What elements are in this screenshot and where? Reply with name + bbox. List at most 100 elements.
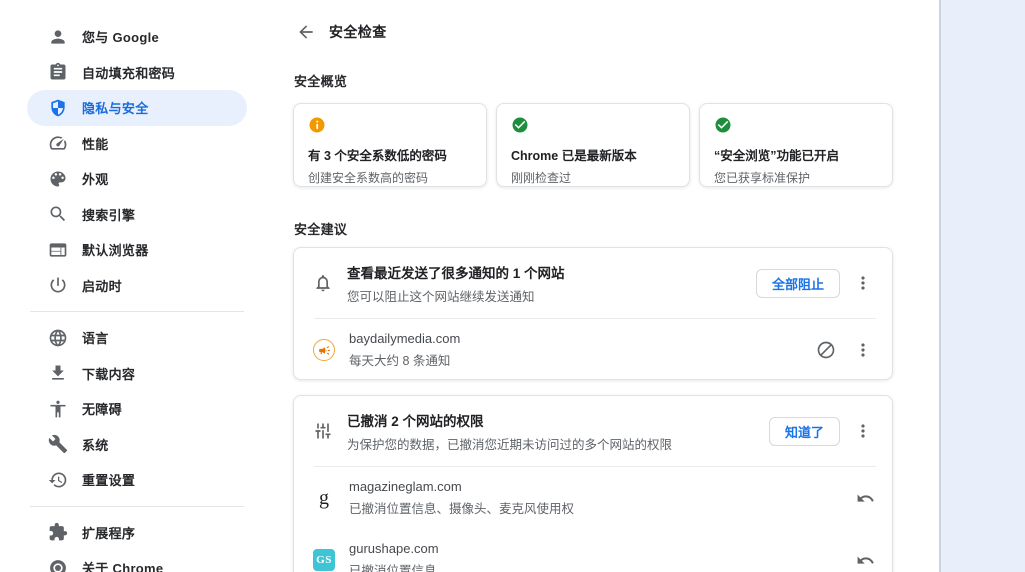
notifications-card-subtitle: 您可以阻止这个网站继续发送通知: [347, 289, 535, 304]
safety-check-page: 安全检查 安全概览 有 3 个安全系数低的密码 创建安全系数高的密码 Chrom…: [293, 0, 893, 572]
overview-card-subtitle: 刚刚检查过: [511, 171, 572, 185]
sidebar-item-about-chrome[interactable]: 关于 Chrome: [27, 550, 247, 572]
sidebar-item-label: 下载内容: [82, 366, 136, 382]
letter-favicon-icon: g: [319, 487, 329, 509]
overview-card-title: Chrome 已是最新版本: [511, 149, 637, 163]
sidebar-item-on-startup[interactable]: 启动时: [27, 268, 247, 304]
page-header: 安全检查: [296, 22, 387, 42]
sidebar-item-downloads[interactable]: 下载内容: [27, 356, 247, 392]
sidebar-item-you-and-google[interactable]: 您与 Google: [27, 19, 247, 55]
page-title: 安全检查: [329, 24, 387, 40]
sidebar-item-languages[interactable]: 语言: [27, 320, 247, 356]
block-site-button[interactable]: [816, 340, 836, 360]
block-all-button[interactable]: 全部阻止: [755, 268, 840, 298]
notifications-card-header: 查看最近发送了很多通知的 1 个网站 您可以阻止这个网站继续发送通知 全部阻止: [294, 248, 892, 318]
settings-sidebar: 您与 Google 自动填充和密码 隐私与安全 性能 外观 搜索引擎 默认浏览器: [0, 0, 280, 572]
sidebar-item-default-browser[interactable]: 默认浏览器: [27, 232, 247, 268]
overview-cards-row: 有 3 个安全系数低的密码 创建安全系数高的密码 Chrome 已是最新版本 刚…: [293, 103, 893, 187]
sidebar-item-label: 启动时: [82, 278, 122, 294]
speedometer-icon: [48, 133, 68, 153]
window-background-strip: [939, 0, 1025, 572]
campaign-favicon-icon: [313, 339, 335, 361]
sidebar-item-privacy-security[interactable]: 隐私与安全: [27, 90, 247, 126]
sidebar-item-label: 自动填充和密码: [82, 65, 176, 81]
sidebar-item-label: 扩展程序: [82, 525, 136, 541]
overview-card-passwords[interactable]: 有 3 个安全系数低的密码 创建安全系数高的密码: [293, 103, 487, 187]
permissions-card-subtitle: 为保护您的数据，已撤消您近期未访问过的多个网站的权限: [347, 437, 673, 452]
got-it-button[interactable]: 知道了: [768, 416, 840, 446]
sidebar-item-label: 系统: [82, 437, 109, 453]
overview-card-title: 有 3 个安全系数低的密码: [308, 149, 447, 163]
globe-icon: [48, 328, 68, 348]
chrome-logo-icon: [48, 558, 68, 572]
overview-card-subtitle: 创建安全系数高的密码: [308, 171, 429, 185]
history-reset-icon: [48, 470, 68, 490]
sidebar-divider: [30, 311, 244, 312]
site-row-gurushape: GS gurushape.com 已撤消位置信息、: [294, 529, 892, 572]
sidebar-item-label: 外观: [82, 172, 109, 188]
check-circle-icon: [714, 116, 732, 134]
sidebar-item-label: 您与 Google: [82, 30, 160, 46]
sidebar-divider: [30, 505, 244, 507]
undo-revoke-button[interactable]: [856, 489, 875, 508]
sidebar-item-label: 语言: [82, 331, 109, 347]
sidebar-item-label: 搜索引擎: [82, 207, 136, 223]
permissions-card-title: 已撤消 2 个网站的权限: [347, 413, 484, 429]
site-text: magazineglam.com 已撤消位置信息、摄像头、麦克风使用权: [349, 479, 856, 517]
overview-card-safe-browsing[interactable]: “安全浏览”功能已开启 您已获享标准保护: [699, 103, 893, 187]
site-text: baydailymedia.com 每天大约 8 条通知: [349, 331, 816, 369]
sidebar-item-label: 默认浏览器: [82, 243, 149, 259]
site-domain: baydailymedia.com: [349, 331, 461, 346]
sidebar-item-label: 重置设置: [82, 473, 136, 489]
site-text: gurushape.com 已撤消位置信息、: [349, 541, 856, 572]
site-domain: magazineglam.com: [349, 479, 462, 494]
warning-icon: [308, 116, 326, 134]
sidebar-item-reset[interactable]: 重置设置: [27, 462, 247, 498]
section-safety-recommendations-label: 安全建议: [294, 222, 348, 237]
chrome-settings-window: 您与 Google 自动填充和密码 隐私与安全 性能 外观 搜索引擎 默认浏览器: [0, 0, 1025, 572]
sidebar-item-label: 性能: [82, 136, 109, 152]
revoked-permissions-card: 已撤消 2 个网站的权限 为保护您的数据，已撤消您近期未访问过的多个网站的权限 …: [293, 395, 893, 572]
sidebar-item-search-engine[interactable]: 搜索引擎: [27, 197, 247, 233]
sidebar-item-system[interactable]: 系统: [27, 427, 247, 463]
palette-icon: [48, 169, 68, 189]
section-safety-overview-label: 安全概览: [294, 74, 348, 89]
back-button[interactable]: [296, 22, 316, 42]
sidebar-item-appearance[interactable]: 外观: [27, 161, 247, 197]
sidebar-item-autofill[interactable]: 自动填充和密码: [27, 55, 247, 91]
site-detail: 已撤消位置信息、: [349, 564, 450, 572]
shield-icon: [48, 98, 68, 118]
search-icon: [48, 204, 68, 224]
site-more-options-button[interactable]: [853, 340, 873, 360]
autofill-clipboard-icon: [48, 62, 68, 82]
sidebar-item-label: 关于 Chrome: [82, 561, 164, 572]
wrench-icon: [48, 434, 68, 454]
notifications-review-card: 查看最近发送了很多通知的 1 个网站 您可以阻止这个网站继续发送通知 全部阻止 …: [293, 247, 893, 380]
accessibility-icon: [48, 399, 68, 419]
sidebar-item-accessibility[interactable]: 无障碍: [27, 391, 247, 427]
sidebar-item-extensions[interactable]: 扩展程序: [27, 515, 247, 551]
notifications-card-title: 查看最近发送了很多通知的 1 个网站: [347, 265, 565, 281]
undo-revoke-button[interactable]: [856, 551, 875, 570]
more-options-button[interactable]: [853, 421, 873, 441]
overview-card-updates[interactable]: Chrome 已是最新版本 刚刚检查过: [496, 103, 690, 187]
more-options-button[interactable]: [853, 273, 873, 293]
permissions-card-text: 已撤消 2 个网站的权限 为保护您的数据，已撤消您近期未访问过的多个网站的权限: [347, 410, 769, 453]
sidebar-item-performance[interactable]: 性能: [27, 126, 247, 162]
download-icon: [48, 363, 68, 383]
bell-icon: [313, 273, 333, 293]
gs-favicon-icon: GS: [313, 549, 335, 571]
site-detail: 已撤消位置信息、摄像头、麦克风使用权: [349, 502, 575, 516]
person-icon: [48, 27, 68, 47]
permissions-card-header: 已撤消 2 个网站的权限 为保护您的数据，已撤消您近期未访问过的多个网站的权限 …: [294, 396, 892, 466]
sidebar-item-label: 隐私与安全: [82, 101, 149, 117]
site-row-baydailymedia: baydailymedia.com 每天大约 8 条通知: [294, 319, 892, 381]
browser-window-icon: [48, 240, 68, 260]
site-domain: gurushape.com: [349, 541, 439, 556]
sidebar-item-label: 无障碍: [82, 402, 122, 418]
site-row-magazineglam: g magazineglam.com 已撤消位置信息、摄像头、麦克风使用权: [294, 467, 892, 529]
power-icon: [48, 275, 68, 295]
notifications-card-text: 查看最近发送了很多通知的 1 个网站 您可以阻止这个网站继续发送通知: [347, 262, 756, 305]
overview-card-title: “安全浏览”功能已开启: [714, 149, 840, 163]
puzzle-icon: [48, 522, 68, 542]
